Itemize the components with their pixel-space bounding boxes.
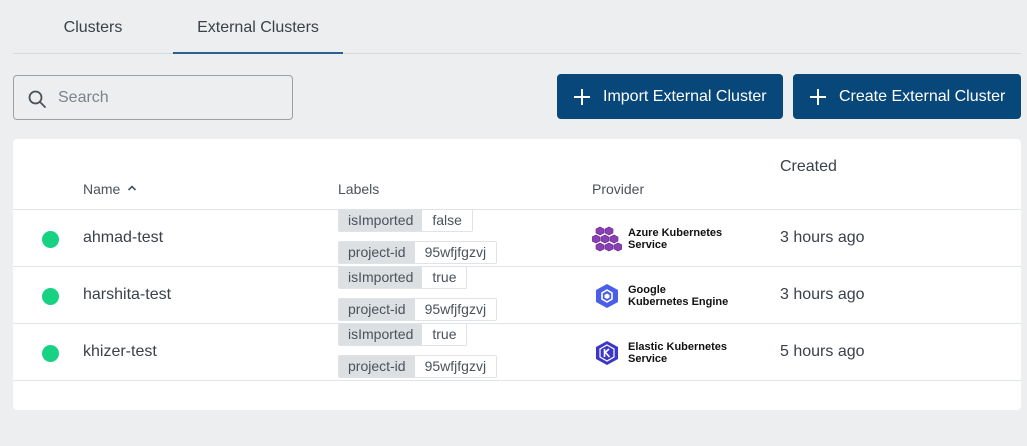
create-button-label: Create External Cluster [839, 87, 1006, 105]
label-key: isImported [339, 267, 423, 288]
label-chip: project-id 95wfjfgzvj [338, 241, 498, 264]
tab-external-clusters[interactable]: External Clusters [173, 0, 343, 54]
label-value: true [422, 267, 467, 288]
label-chip: isImported true [338, 323, 468, 346]
search-box[interactable] [13, 75, 293, 120]
search-input[interactable] [58, 76, 288, 119]
provider-name-line2: Service [628, 239, 668, 251]
provider-logo: Elastic Kubernetes Service [592, 340, 727, 366]
provider-logo: Google Kubernetes Engine [592, 283, 728, 309]
provider-name-line1: Elastic Kubernetes [628, 341, 728, 353]
label-key: isImported [339, 324, 423, 345]
tab-bar: Clusters External Clusters [13, 0, 1021, 54]
provider-name-line2: Service [628, 353, 668, 365]
plus-icon [574, 88, 590, 105]
cluster-name: khizer-test [83, 343, 157, 360]
status-indicator [42, 231, 59, 248]
azure-aks-icon [592, 226, 622, 252]
label-value: 95wfjfgzvj [414, 356, 497, 377]
clusters-table: Name Labels Provider Created ahmad-test … [13, 139, 1021, 410]
search-icon [28, 90, 46, 108]
tab-clusters[interactable]: Clusters [13, 0, 173, 54]
import-external-cluster-button[interactable]: Import External Cluster [557, 74, 783, 119]
status-indicator [42, 288, 59, 305]
label-value: false [422, 210, 472, 231]
cluster-name: ahmad-test [83, 229, 164, 246]
provider-name-line1: Azure Kubernetes [628, 227, 723, 239]
label-value: true [422, 324, 467, 345]
table-row[interactable]: harshita-test isImported true project-id… [13, 266, 1021, 323]
label-chip: project-id 95wfjfgzvj [338, 298, 498, 321]
provider-name-line1: Google [628, 284, 666, 296]
status-indicator [42, 345, 59, 362]
label-chip: isImported false [338, 209, 473, 232]
amazon-eks-icon [596, 341, 618, 365]
label-key: project-id [339, 299, 415, 320]
import-button-label: Import External Cluster [603, 87, 767, 105]
column-header-name[interactable]: Name [83, 181, 137, 197]
plus-icon [810, 88, 826, 105]
created-time: 3 hours ago [780, 286, 865, 303]
label-key: isImported [339, 210, 423, 231]
cluster-name: harshita-test [83, 286, 172, 303]
google-gke-icon [596, 284, 618, 308]
label-key: project-id [339, 242, 415, 263]
sort-ascending-icon [128, 185, 137, 191]
created-time: 3 hours ago [780, 229, 865, 246]
column-header-name-label: Name [83, 181, 121, 197]
column-header-created[interactable]: Created [780, 158, 837, 176]
provider-name-line2: Kubernetes Engine [628, 296, 729, 308]
label-value: 95wfjfgzvj [414, 299, 497, 320]
column-header-provider: Provider [592, 181, 645, 197]
label-chip: project-id 95wfjfgzvj [338, 355, 498, 378]
table-bottom-divider [13, 380, 1021, 381]
provider-logo: Azure Kubernetes Service [592, 226, 722, 252]
create-external-cluster-button[interactable]: Create External Cluster [793, 74, 1021, 119]
created-time: 5 hours ago [780, 343, 865, 360]
table-row[interactable]: ahmad-test isImported false project-id 9… [13, 209, 1021, 266]
label-chip: isImported true [338, 266, 468, 289]
label-value: 95wfjfgzvj [414, 242, 497, 263]
table-row[interactable]: khizer-test isImported true project-id 9… [13, 323, 1021, 380]
column-header-labels: Labels [338, 181, 380, 197]
label-key: project-id [339, 356, 415, 377]
